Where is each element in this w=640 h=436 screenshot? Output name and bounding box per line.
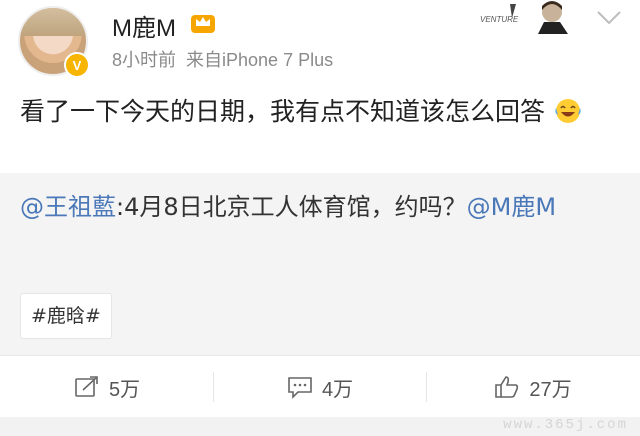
like-button[interactable]: 27万	[426, 356, 639, 418]
topic-area: #鹿晗#	[0, 273, 640, 355]
repost-body: :4月8日北京工人体育馆，约吗？	[116, 193, 467, 221]
bottom-strip: www.365j.com	[0, 417, 640, 436]
comment-icon	[288, 377, 312, 399]
post-header: V M鹿M 8小时前 来自iPhone 7 Plus VENTURE	[0, 0, 640, 84]
action-bar: 5万 4万 27万	[0, 355, 640, 418]
header-banner-image: VENTURE	[480, 0, 576, 34]
comment-count: 4万	[321, 378, 354, 401]
crown-icon	[191, 15, 215, 33]
post-time: 8小时前	[112, 50, 177, 70]
comment-button[interactable]: 4万	[213, 356, 426, 418]
repost-count: 5万	[108, 378, 141, 401]
post-source[interactable]: 来自iPhone 7 Plus	[186, 50, 333, 70]
mention-link-2[interactable]: @M鹿M	[467, 193, 556, 221]
repost-button[interactable]: 5万	[0, 356, 213, 418]
repost-icon	[75, 376, 98, 397]
repost-text: @王祖藍:4月8日北京工人体育馆，约吗？@M鹿M	[20, 189, 620, 225]
verified-badge-icon: V	[64, 52, 90, 78]
topic-tag[interactable]: #鹿晗#	[20, 293, 112, 339]
post-meta: 8小时前 来自iPhone 7 Plus	[112, 46, 343, 72]
mention-link[interactable]: @王祖藍	[20, 193, 116, 221]
repost-card[interactable]: @王祖藍:4月8日北京工人体育馆，约吗？@M鹿M	[0, 173, 640, 273]
chevron-down-icon[interactable]	[594, 8, 624, 28]
laughing-tears-emoji-icon	[555, 99, 581, 123]
watermark: www.365j.com	[503, 417, 628, 433]
thumbs-up-icon	[495, 376, 519, 398]
username[interactable]: M鹿M	[112, 8, 176, 43]
post-text: 看了一下今天的日期，我有点不知道该怎么回答	[20, 97, 546, 126]
like-count: 27万	[529, 378, 572, 401]
post-content: 看了一下今天的日期，我有点不知道该怎么回答	[20, 92, 620, 132]
banner-text: VENTURE	[480, 15, 519, 24]
